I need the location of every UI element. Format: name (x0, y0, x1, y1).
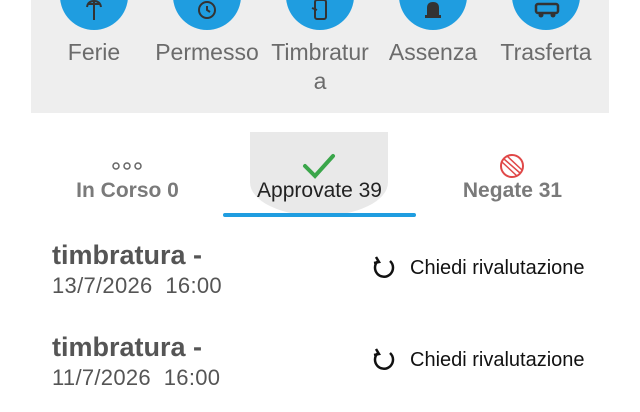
assenza-button[interactable] (399, 0, 467, 30)
request-status-tabs: In Corso 0 Approvate 39 Negate 31 (31, 132, 609, 220)
list-item[interactable]: timbratura - 11/7/2026 16:00 Chiedi riva… (0, 332, 640, 412)
action-label: Trasferta (500, 39, 592, 65)
car-icon (534, 2, 560, 18)
clock-icon (198, 1, 216, 19)
reevaluate-button[interactable]: Chiedi rivalutazione (370, 345, 585, 375)
tab-label: Approvate 39 (257, 179, 382, 202)
quick-actions-panel: Ferie Permesso Timbratura Assenza Trasfe… (31, 0, 609, 113)
dots-icon (31, 142, 224, 170)
action-label: Assenza (388, 39, 478, 65)
action-label: Timbratura (271, 39, 369, 94)
trasferta-button[interactable] (512, 0, 580, 30)
action-label: Ferie (67, 39, 121, 65)
timbratura-button[interactable] (286, 0, 354, 30)
active-tab-indicator (223, 213, 416, 217)
tab-label: In Corso 0 (76, 179, 179, 202)
request-title: timbratura - (52, 240, 203, 270)
request-date: 11/7/2026 16:00 (52, 365, 221, 390)
action-label: Permesso (155, 39, 259, 65)
tab-negate[interactable]: Negate 31 (416, 132, 609, 216)
request-title: timbratura - (52, 332, 203, 362)
reevaluate-label: Chiedi rivalutazione (410, 256, 585, 279)
badge-device-icon (311, 0, 327, 20)
tab-approvate[interactable]: Approvate 39 (223, 132, 416, 216)
reevaluate-label: Chiedi rivalutazione (410, 348, 585, 371)
refresh-icon (373, 256, 395, 278)
refresh-icon (373, 348, 395, 370)
tab-label: Negate 31 (462, 179, 563, 202)
check-icon (223, 142, 416, 179)
permesso-button[interactable] (173, 0, 241, 30)
beach-icon (86, 0, 102, 20)
tab-in-corso[interactable]: In Corso 0 (31, 132, 224, 216)
request-date: 13/7/2026 16:00 (52, 273, 222, 298)
blocked-icon (416, 142, 609, 178)
ferie-button[interactable] (60, 0, 128, 30)
reevaluate-button[interactable]: Chiedi rivalutazione (370, 253, 585, 283)
list-item[interactable]: timbratura - 13/7/2026 16:00 Chiedi riva… (0, 240, 640, 320)
bell-icon (425, 2, 441, 18)
